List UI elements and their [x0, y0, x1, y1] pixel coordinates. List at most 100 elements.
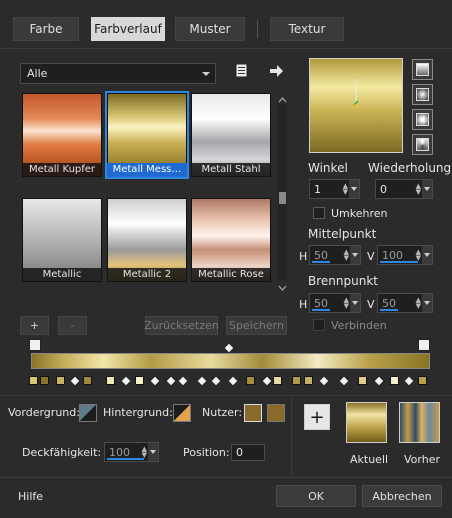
sunburst-style-button[interactable] [412, 134, 433, 155]
color-midpoint-marker[interactable] [374, 376, 384, 386]
color-stop[interactable] [292, 376, 301, 385]
linear-style-icon [416, 63, 429, 76]
gradient-swatch[interactable]: Metall Stahl [191, 93, 271, 177]
tab-farbverlauf[interactable]: Farbverlauf [91, 17, 165, 41]
divider [0, 48, 452, 49]
scrollbar-thumb[interactable] [279, 192, 286, 204]
background-color-swatch[interactable] [173, 404, 191, 422]
link-label: Verbinden [331, 319, 387, 332]
scroll-down-icon[interactable] [278, 282, 287, 291]
repeat-spinbox[interactable]: 0 ▲ ▼ [375, 179, 433, 199]
color-midpoint-marker[interactable] [319, 376, 329, 386]
gradient-swatch[interactable]: Metallic [22, 198, 102, 282]
color-stop[interactable] [56, 376, 65, 385]
color-stop[interactable] [135, 376, 144, 385]
opacity-stop-start[interactable] [29, 339, 41, 351]
gradient-swatch[interactable]: Metallic 2 [107, 198, 187, 282]
color-stop[interactable] [29, 376, 38, 385]
reset-button[interactable]: Zurücksetzen [144, 316, 219, 335]
color-midpoint-marker[interactable] [262, 376, 272, 386]
user-color-swatch-1[interactable] [244, 404, 262, 422]
add-gradient-button[interactable]: + [20, 316, 49, 335]
category-dropdown[interactable]: Alle [20, 63, 216, 84]
divider [0, 395, 452, 396]
spin-arrows-icon[interactable]: ▲ ▼ [142, 446, 147, 459]
color-midpoint-marker[interactable] [404, 376, 414, 386]
arrow-right-icon[interactable] [268, 63, 284, 79]
tab-textur[interactable]: Textur [270, 17, 344, 41]
scroll-up-icon[interactable] [278, 94, 287, 103]
color-stop[interactable] [390, 376, 399, 385]
color-midpoint-marker[interactable] [211, 376, 221, 386]
help-link[interactable]: Hilfe [18, 490, 43, 503]
spin-arrows-icon[interactable]: ▲ ▼ [416, 183, 421, 196]
opacity-stop-end[interactable] [418, 339, 430, 351]
opacity-spinbox[interactable]: 100 ▲ ▼ [104, 442, 159, 462]
midpoint-v-spinbox[interactable]: 100 ▲ ▼ [377, 245, 433, 265]
user-label: Nutzer: [202, 406, 243, 419]
color-midpoint-marker[interactable] [178, 376, 188, 386]
color-stop[interactable] [358, 376, 367, 385]
add-to-palette-button[interactable]: + [304, 404, 330, 430]
tab-farbe[interactable]: Farbe [13, 17, 79, 41]
list-view-icon[interactable] [234, 63, 250, 79]
spin-arrows-icon[interactable]: ▲ ▼ [343, 183, 348, 196]
midpoint-v-value: 100 [382, 248, 403, 262]
spin-arrows-icon[interactable]: ▲ ▼ [344, 249, 349, 262]
chevron-down-icon [202, 72, 210, 76]
dropdown-icon[interactable] [350, 246, 360, 264]
ok-button[interactable]: OK [276, 485, 356, 507]
radial-style-button[interactable] [412, 84, 433, 105]
spin-arrows-icon[interactable]: ▲ ▼ [344, 297, 349, 310]
save-button[interactable]: Speichern [226, 316, 287, 335]
gradient-swatch[interactable]: Metallic Rose [191, 198, 271, 282]
midpoint-h-spinbox[interactable]: 50 ▲ ▼ [309, 245, 361, 265]
color-stop[interactable] [418, 376, 427, 385]
gradient-label: Metallic [22, 268, 102, 282]
angle-spinbox[interactable]: 1 ▲ ▼ [309, 179, 360, 199]
color-midpoint-marker[interactable] [150, 376, 160, 386]
gradient-editor-bar[interactable] [31, 353, 430, 369]
dropdown-icon[interactable] [422, 294, 432, 312]
dropdown-icon[interactable] [422, 180, 432, 198]
cancel-button[interactable]: Abbrechen [362, 485, 442, 507]
color-midpoint-marker[interactable] [70, 376, 80, 386]
color-stop[interactable] [273, 376, 282, 385]
color-midpoint-marker[interactable] [197, 376, 207, 386]
repeat-value: 0 [380, 182, 387, 196]
focal-v-spinbox[interactable]: 50 ▲ ▼ [377, 293, 433, 313]
tab-muster[interactable]: Muster [175, 17, 245, 41]
gradient-swatch-selected[interactable]: Metall Mess… [105, 91, 189, 179]
spin-arrows-icon[interactable]: ▲ ▼ [416, 297, 421, 310]
rectangular-style-icon [416, 113, 429, 126]
color-midpoint-marker[interactable] [339, 376, 349, 386]
color-midpoint-marker[interactable] [228, 376, 238, 386]
color-stop[interactable] [304, 376, 313, 385]
link-checkbox[interactable] [313, 319, 325, 331]
invert-checkbox[interactable] [313, 207, 325, 219]
gradient-label: Metallic 2 [107, 268, 187, 282]
linear-style-button[interactable] [412, 59, 433, 80]
remove-gradient-button[interactable]: - [58, 316, 87, 335]
gradient-swatch[interactable]: Metall Kupfer [22, 93, 102, 177]
color-stop[interactable] [246, 376, 255, 385]
gradient-preview-large[interactable] [309, 58, 403, 153]
spin-arrows-icon[interactable]: ▲ ▼ [416, 249, 421, 262]
rect-style-button[interactable] [412, 109, 433, 130]
opacity-midpoint-marker[interactable] [224, 343, 234, 353]
dropdown-icon[interactable] [148, 443, 158, 461]
mid-v-label: V [367, 250, 375, 263]
color-stop[interactable] [106, 376, 115, 385]
color-midpoint-marker[interactable] [121, 376, 131, 386]
dropdown-icon[interactable] [349, 180, 359, 198]
color-stop[interactable] [83, 376, 92, 385]
user-color-swatch-2[interactable] [267, 404, 285, 422]
dropdown-icon[interactable] [350, 294, 360, 312]
position-input[interactable]: 0 [231, 444, 265, 461]
current-thumbnail [346, 402, 387, 443]
focal-h-spinbox[interactable]: 50 ▲ ▼ [309, 293, 361, 313]
foreground-color-swatch[interactable] [79, 404, 97, 422]
color-stop[interactable] [40, 376, 49, 385]
dropdown-icon[interactable] [422, 246, 432, 264]
color-midpoint-marker[interactable] [166, 376, 176, 386]
